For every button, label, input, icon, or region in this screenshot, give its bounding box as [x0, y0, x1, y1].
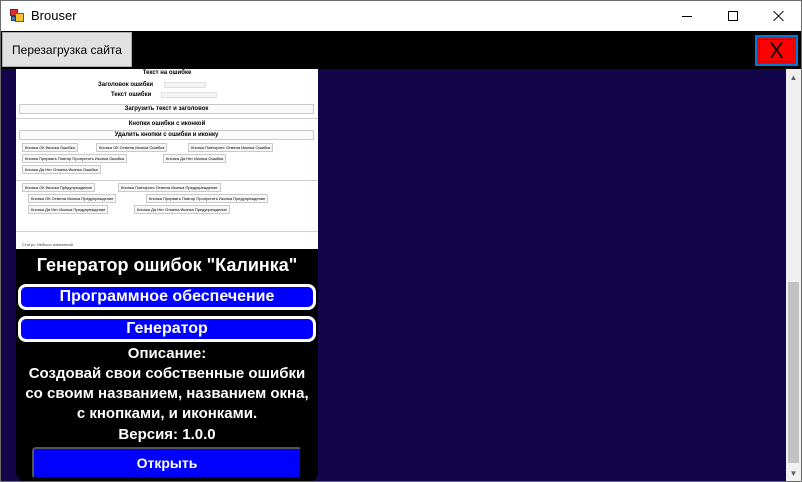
preview-warning-button: Кнопка Да Нет Отмена Иконка Предупрежден… [134, 205, 230, 214]
title-bar[interactable]: Brouser [1, 1, 801, 31]
preview-warning-button: Кнопка Да Нет Иконка Предупреждение [28, 205, 109, 214]
app-icon [10, 9, 24, 22]
preview-warning-button: Кнопка ОК Отмена Иконка Предупреждение [28, 194, 117, 203]
preview-error-button: Кнопка Да Нет Отмена Иконка Ошибка [22, 165, 101, 174]
preview-divider [16, 180, 318, 181]
open-button[interactable]: Открыть [32, 447, 302, 479]
close-window-button[interactable] [756, 1, 801, 31]
preview-header-input [164, 82, 206, 88]
maximize-button[interactable] [710, 1, 756, 31]
browser-window: Brouser Перезагрузка сайта X Текст на ош… [0, 0, 802, 482]
preview-delete-button: Удалить кнопки с ошибки и иконку [19, 130, 314, 140]
app-card: Текст на ошибке Заголовок ошибки Текст о… [16, 69, 318, 481]
preview-text-label: Текст ошибки [111, 92, 152, 98]
description-line: Создовай свои собственные ошибки [28, 365, 306, 382]
preview-error-button: Кнопка Да Нет Иконка Ошибка [163, 154, 227, 163]
minimize-button[interactable] [664, 1, 710, 31]
scroll-down-arrow-icon[interactable]: ▼ [786, 465, 801, 481]
scrollbar-thumb[interactable] [788, 282, 799, 463]
scroll-up-arrow-icon[interactable]: ▲ [786, 69, 801, 86]
preview-warning-button: Кнопка ОК Иконка Предупреждение [22, 183, 95, 192]
description-line: со своим названием, названием окна, [25, 385, 309, 402]
reload-site-button[interactable]: Перезагрузка сайта [2, 32, 132, 67]
preview-divider [16, 118, 318, 119]
exit-button[interactable]: X [755, 35, 798, 66]
preview-status: Статус: Небыло изменений [22, 242, 73, 247]
description-heading: Описание: [127, 345, 207, 362]
preview-text-input [161, 92, 217, 98]
toolbar: Перезагрузка сайта X [1, 31, 801, 69]
maximize-icon [728, 11, 738, 21]
preview-warning-button: Кнопка Прервать Повтор Пропустить Иконка… [146, 194, 269, 203]
preview-load-button: Загрузить текст и заголовок [19, 104, 314, 114]
app-preview-image: Текст на ошибке Заголовок ошибки Текст о… [16, 69, 318, 249]
content-area[interactable]: Текст на ошибке Заголовок ошибки Текст о… [1, 69, 786, 481]
vertical-scrollbar[interactable]: ▲ ▼ [786, 69, 801, 481]
preview-section-title: Текст на ошибке [142, 70, 192, 76]
preview-section-title: Кнопки ошибки с иконкой [128, 121, 206, 127]
category-badge: Программное обеспечение [18, 284, 316, 310]
preview-error-button: Кнопка Повторить Отмена Иконка Ошибка [188, 143, 274, 152]
preview-error-button: Кнопка ОК Иконка Ошибка [22, 143, 78, 152]
type-badge: Генератор [18, 316, 316, 342]
preview-divider [16, 231, 318, 232]
preview-warning-button: Кнопка Повторить Отмена Иконка Предупреж… [118, 183, 221, 192]
version-label: Версия: 1.0.0 [118, 426, 216, 443]
card-title: Генератор ошибок "Калинка" [36, 255, 298, 275]
minimize-icon [682, 15, 692, 17]
preview-header-label: Заголовок ошибки [98, 82, 154, 88]
description-line: с кнопками, и иконками. [76, 405, 258, 422]
preview-error-button: Кнопка Прервать Повтор Пропустить Иконка… [22, 154, 128, 163]
window-title: Brouser [31, 8, 77, 23]
close-icon [773, 10, 785, 22]
preview-error-button: Кнопка ОК Отмена Иконка Ошибка [96, 143, 168, 152]
